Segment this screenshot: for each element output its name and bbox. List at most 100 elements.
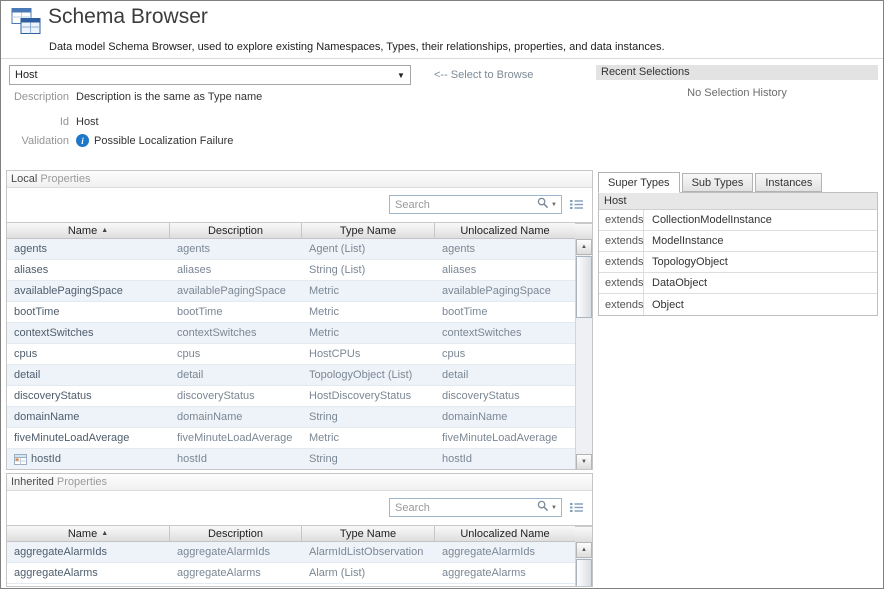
local-property-row[interactable]: agents agents Agent (List) agents [7, 239, 575, 260]
inherited-properties-title: Inherited Properties [7, 474, 592, 491]
header-scrollbar-spacer [575, 526, 592, 543]
local-vertical-scrollbar[interactable]: ▲ ▼ [575, 239, 592, 470]
local-property-row[interactable]: discoveryStatus discoveryStatus HostDisc… [7, 386, 575, 407]
relation-cell: extends [599, 252, 644, 272]
property-name-cell: agents [7, 243, 170, 255]
customizer-icon[interactable] [570, 199, 584, 213]
column-header-description[interactable]: Description [170, 223, 302, 238]
local-property-row[interactable]: bootTime bootTime Metric bootTime [7, 302, 575, 323]
local-properties-panel: Local Properties ▼ Name▲ Description [6, 170, 593, 470]
local-property-row[interactable]: detail detail TopologyObject (List) deta… [7, 365, 575, 386]
info-icon: i [76, 134, 89, 147]
property-type-cell: String (List) [302, 264, 435, 276]
inherited-search-row: ▼ [7, 491, 592, 525]
recent-selections-header: Recent Selections [596, 65, 878, 80]
local-search-input[interactable] [390, 199, 537, 211]
inherited-property-row[interactable]: aggregateAlarmIds aggregateAlarmIds Alar… [7, 542, 575, 563]
header-divider [1, 58, 883, 59]
type-relations-tabs: Super Types Sub Types Instances [598, 172, 878, 192]
description-label: Description [9, 91, 69, 103]
schema-browser-app-icon [11, 7, 41, 38]
inherited-table-header: Name▲ Description Type Name Unlocalized … [7, 525, 592, 542]
supertype-row[interactable]: extends CollectionModelInstance [599, 210, 877, 231]
inherited-table-body: aggregateAlarmIds aggregateAlarmIds Alar… [7, 542, 592, 587]
type-details: Description Description is the same as T… [9, 91, 262, 147]
supertype-row[interactable]: extends ModelInstance [599, 231, 877, 252]
inherited-properties-panel: Inherited Properties ▼ Name▲ Description [6, 473, 593, 587]
property-description-cell: bootTime [170, 306, 302, 318]
super-types-type-header: Host [599, 193, 877, 210]
property-description-cell: domainName [170, 411, 302, 423]
tab-instances[interactable]: Instances [755, 173, 822, 192]
type-name-cell: DataObject [644, 273, 707, 293]
supertype-row[interactable]: extends TopologyObject [599, 252, 877, 273]
property-type-cell: HostDiscoveryStatus [302, 390, 435, 402]
property-description-cell: detail [170, 369, 302, 381]
recent-selections-panel: Recent Selections No Selection History [596, 65, 878, 99]
id-value: Host [76, 116, 99, 128]
type-name-cell: CollectionModelInstance [644, 210, 772, 230]
column-header-name[interactable]: Name▲ [7, 526, 170, 541]
type-name-cell: ModelInstance [644, 231, 724, 251]
property-unlocalized-cell: aggregateAlarms [435, 567, 575, 579]
relation-cell: extends [599, 210, 644, 230]
validation-value: Possible Localization Failure [94, 135, 233, 147]
column-header-name[interactable]: Name▲ [7, 223, 170, 238]
type-relations-panel: Super Types Sub Types Instances Host ext… [598, 172, 878, 316]
column-header-description[interactable]: Description [170, 526, 302, 541]
local-property-row[interactable]: cpus cpus HostCPUs cpus [7, 344, 575, 365]
property-type-cell: Metric [302, 306, 435, 318]
page-title: Schema Browser [48, 5, 208, 29]
local-table-header: Name▲ Description Type Name Unlocalized … [7, 222, 592, 239]
local-property-row[interactable]: hostId hostId String hostId [7, 449, 575, 470]
property-type-cell: Alarm (List) [302, 567, 435, 579]
local-property-row[interactable]: domainName domainName String domainName [7, 407, 575, 428]
property-name-cell: aggregateAlarms [7, 567, 170, 579]
local-property-row[interactable]: fiveMinuteLoadAverage fiveMinuteLoadAver… [7, 428, 575, 449]
column-header-unlocalized-name[interactable]: Unlocalized Name [435, 526, 575, 541]
supertype-row[interactable]: extends Object [599, 294, 877, 315]
property-unlocalized-cell: discoveryStatus [435, 390, 575, 402]
property-unlocalized-cell: hostId [435, 453, 575, 465]
property-description-cell: availablePagingSpace [170, 285, 302, 297]
property-name-cell: domainName [7, 411, 170, 423]
property-description-cell: contextSwitches [170, 327, 302, 339]
recent-selections-empty: No Selection History [596, 80, 878, 99]
tab-sub-types[interactable]: Sub Types [682, 173, 754, 192]
scrollbar-thumb[interactable] [576, 559, 592, 587]
property-description-cell: fiveMinuteLoadAverage [170, 432, 302, 444]
supertype-row[interactable]: extends DataObject [599, 273, 877, 294]
local-search-box[interactable]: ▼ [389, 195, 562, 214]
local-property-row[interactable]: availablePagingSpace availablePagingSpac… [7, 281, 575, 302]
scroll-down-button[interactable]: ▼ [576, 454, 592, 470]
super-types-rows: extends CollectionModelInstance extends … [599, 210, 877, 315]
description-value: Description is the same as Type name [76, 91, 262, 103]
scroll-up-button[interactable]: ▲ [576, 542, 592, 558]
search-icon [537, 500, 549, 515]
inherited-search-input[interactable] [390, 502, 537, 514]
property-unlocalized-cell: cpus [435, 348, 575, 360]
column-header-type-name[interactable]: Type Name [302, 526, 435, 541]
column-header-type-name[interactable]: Type Name [302, 223, 435, 238]
local-property-row[interactable]: aliases aliases String (List) aliases [7, 260, 575, 281]
column-header-unlocalized-name[interactable]: Unlocalized Name [435, 223, 575, 238]
customizer-icon[interactable] [570, 502, 584, 516]
property-description-cell: aliases [170, 264, 302, 276]
property-unlocalized-cell: aggregateAlarmIds [435, 546, 575, 558]
property-name-cell: aliases [7, 264, 170, 276]
inherited-vertical-scrollbar[interactable]: ▲ ▼ [575, 542, 592, 587]
property-unlocalized-cell: fiveMinuteLoadAverage [435, 432, 575, 444]
search-options-caret-icon[interactable]: ▼ [549, 202, 561, 208]
property-name-cell: cpus [7, 348, 170, 360]
property-unlocalized-cell: agents [435, 243, 575, 255]
local-property-row[interactable]: contextSwitches contextSwitches Metric c… [7, 323, 575, 344]
type-select-combobox[interactable]: Host ▼ [9, 65, 411, 85]
inherited-search-box[interactable]: ▼ [389, 498, 562, 517]
tab-super-types[interactable]: Super Types [598, 172, 680, 193]
type-name-cell: Object [644, 294, 684, 315]
scroll-up-button[interactable]: ▲ [576, 239, 592, 255]
relation-cell: extends [599, 231, 644, 251]
search-options-caret-icon[interactable]: ▼ [549, 505, 561, 511]
scrollbar-thumb[interactable] [576, 256, 592, 318]
inherited-property-row[interactable]: aggregateAlarms aggregateAlarms Alarm (L… [7, 563, 575, 584]
